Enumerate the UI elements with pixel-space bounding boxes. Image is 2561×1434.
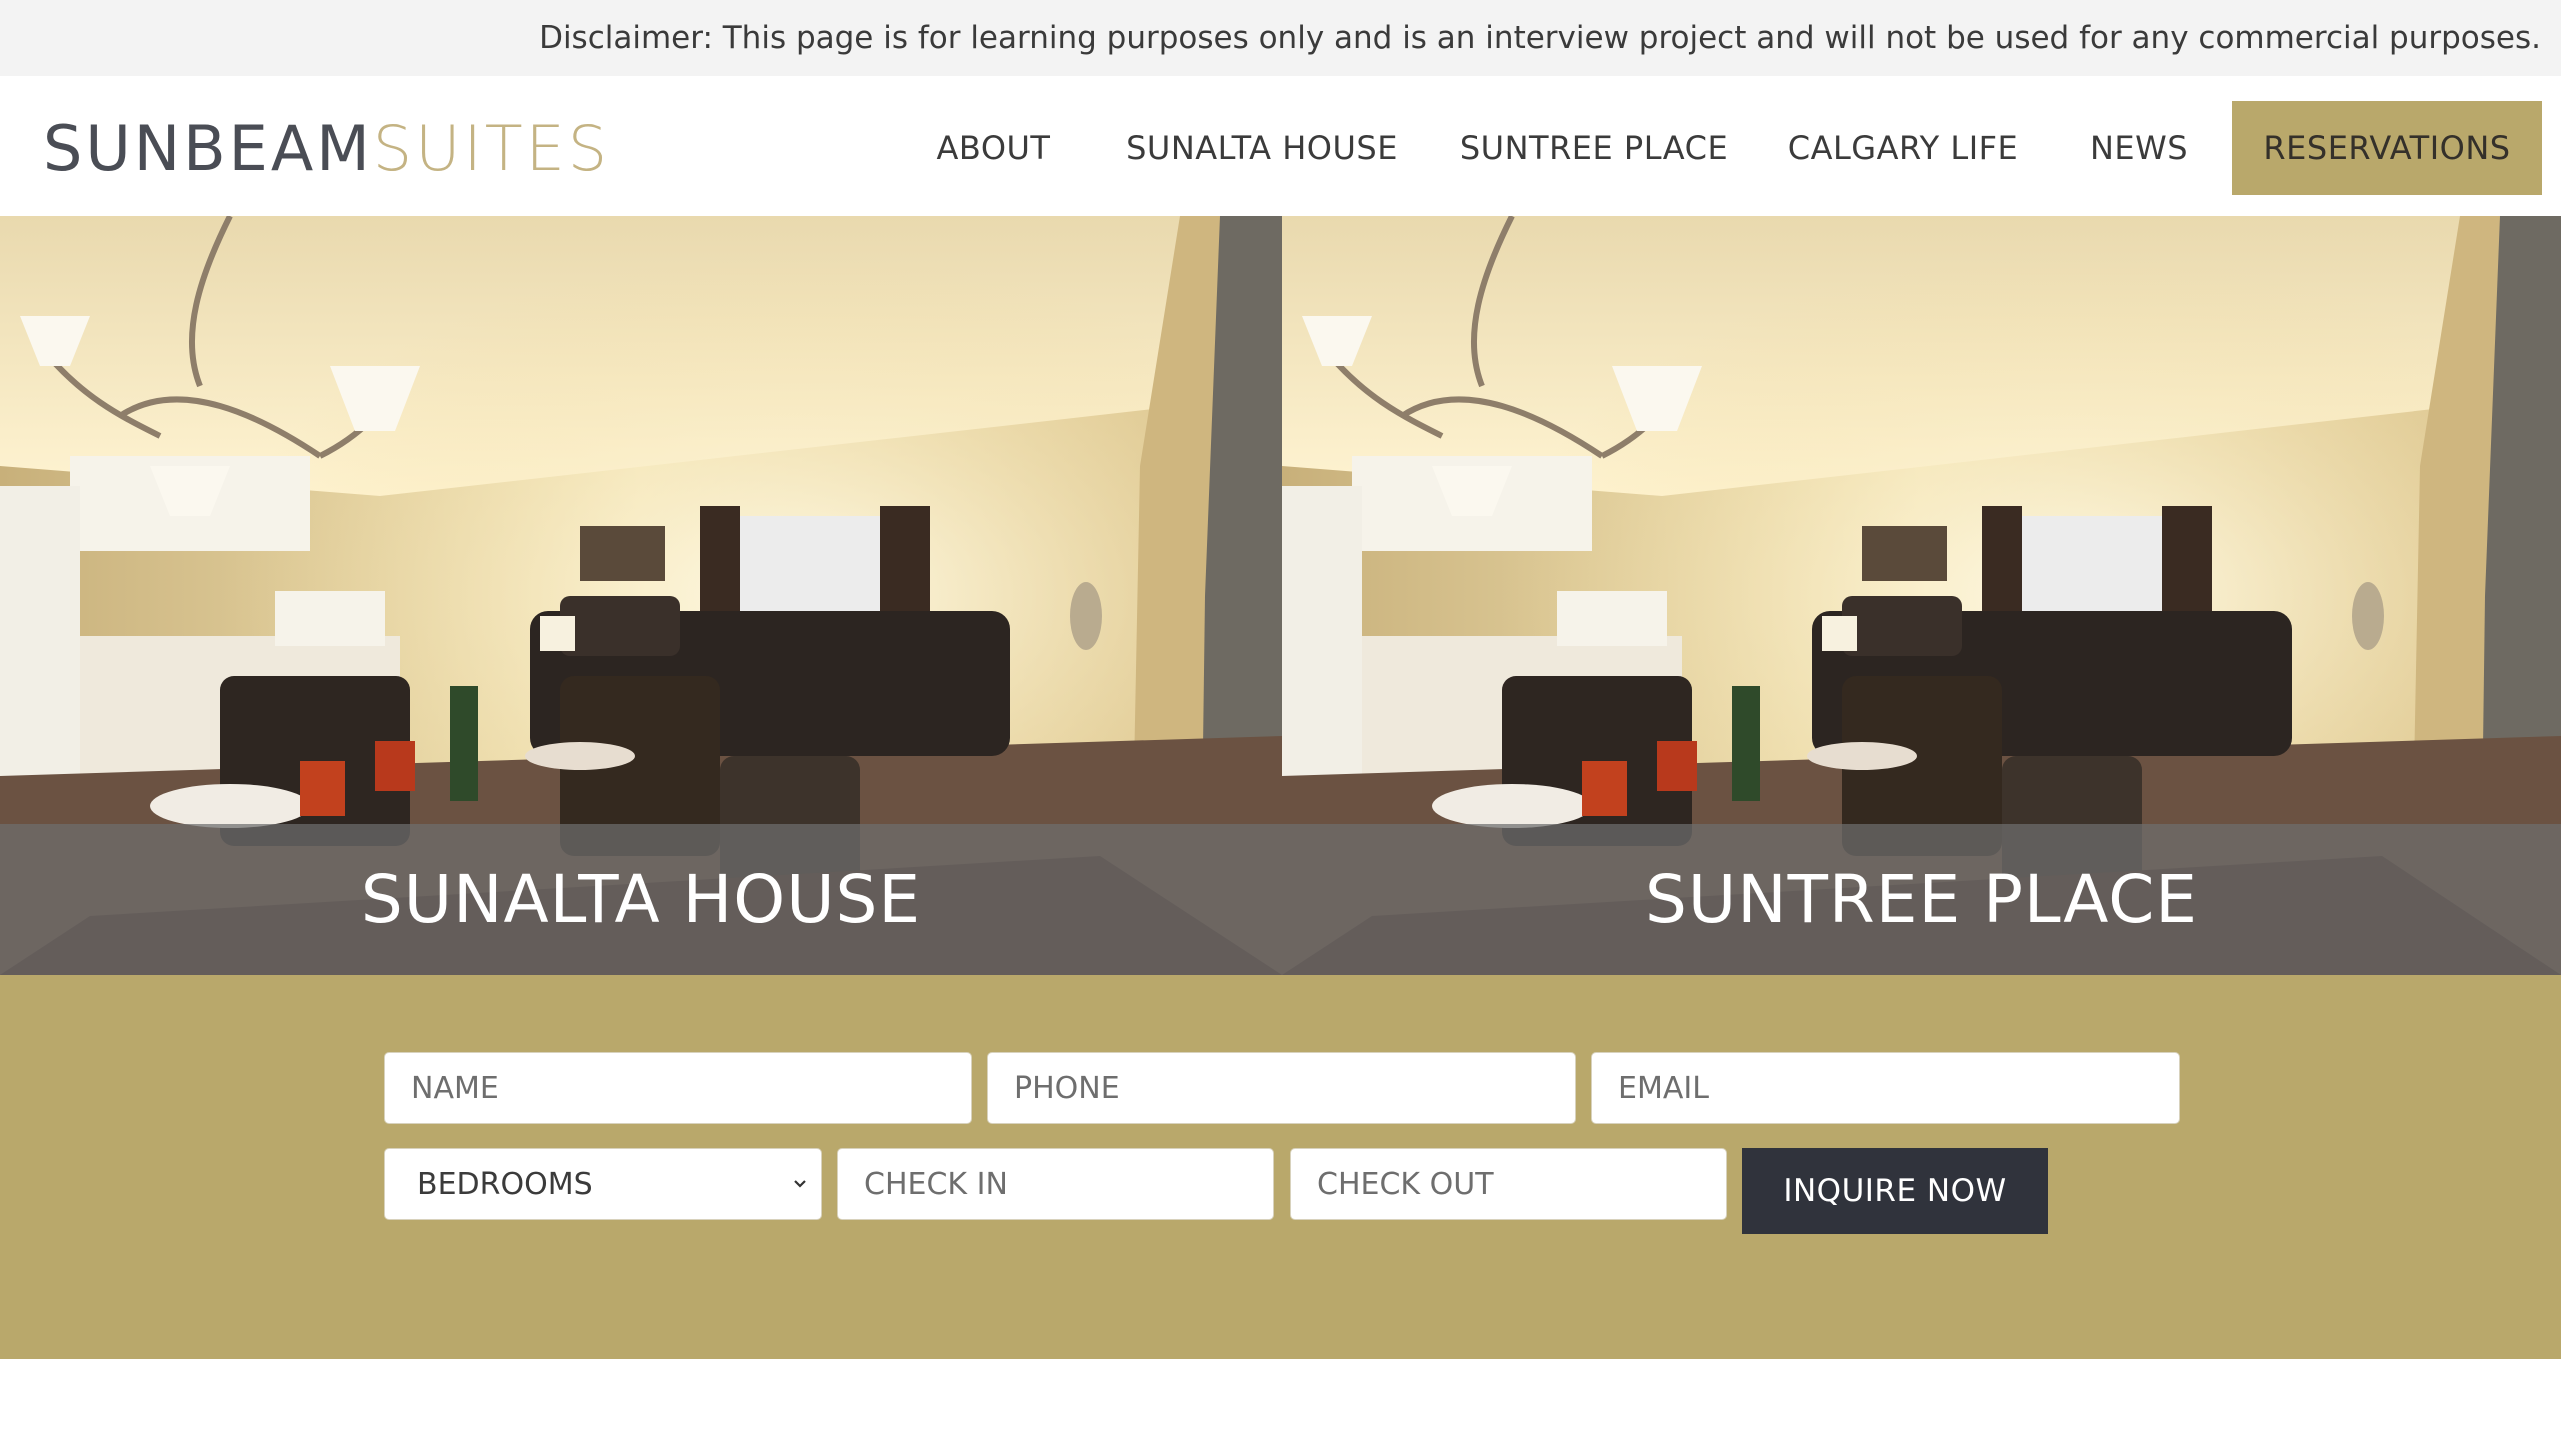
main-nav: ABOUT SUNALTA HOUSE SUNTREE PLACE CALGAR… <box>0 76 2561 216</box>
bedrooms-select[interactable]: BEDROOMS <box>384 1148 822 1220</box>
site-header: SUNBEAMSUITES ABOUT SUNALTA HOUSE SUNTRE… <box>0 76 2561 216</box>
inquire-now-button[interactable]: INQUIRE NOW <box>1742 1148 2048 1234</box>
name-field[interactable]: NAME <box>384 1052 972 1124</box>
email-placeholder: EMAIL <box>1618 1070 1709 1106</box>
bedrooms-selected-value: BEDROOMS <box>417 1166 593 1202</box>
nav-about[interactable]: ABOUT <box>916 101 1071 195</box>
disclaimer-bar: Disclaimer: This page is for learning pu… <box>0 0 2561 76</box>
phone-placeholder: PHONE <box>1014 1070 1120 1106</box>
name-placeholder: NAME <box>411 1070 499 1106</box>
hero-caption-suntree: SUNTREE PLACE <box>1282 824 2561 975</box>
hero-panel-suntree[interactable]: SUNTREE PLACE <box>1282 216 2561 975</box>
chevron-down-icon <box>794 1180 806 1188</box>
phone-field[interactable]: PHONE <box>987 1052 1576 1124</box>
check-in-field[interactable]: CHECK IN <box>837 1148 1274 1220</box>
nav-reservations-button[interactable]: RESERVATIONS <box>2232 101 2542 195</box>
nav-news[interactable]: NEWS <box>2070 101 2208 195</box>
disclaimer-text: Disclaimer: This page is for learning pu… <box>539 20 2541 56</box>
hero-panel-sunalta[interactable]: SUNALTA HOUSE <box>0 216 1282 975</box>
inquiry-form: NAME PHONE EMAIL BEDROOMS CHECK IN CHECK… <box>0 975 2561 1359</box>
hero-section: SUNALTA HOUSE SUNTREE PLACE <box>0 216 2561 975</box>
nav-sunalta-house[interactable]: SUNALTA HOUSE <box>1111 101 1413 195</box>
email-field[interactable]: EMAIL <box>1591 1052 2180 1124</box>
check-in-placeholder: CHECK IN <box>864 1166 1008 1202</box>
check-out-field[interactable]: CHECK OUT <box>1290 1148 1727 1220</box>
check-out-placeholder: CHECK OUT <box>1317 1166 1494 1202</box>
hero-caption-sunalta: SUNALTA HOUSE <box>0 824 1282 975</box>
nav-suntree-place[interactable]: SUNTREE PLACE <box>1452 101 1736 195</box>
nav-calgary-life[interactable]: CALGARY LIFE <box>1776 101 2030 195</box>
